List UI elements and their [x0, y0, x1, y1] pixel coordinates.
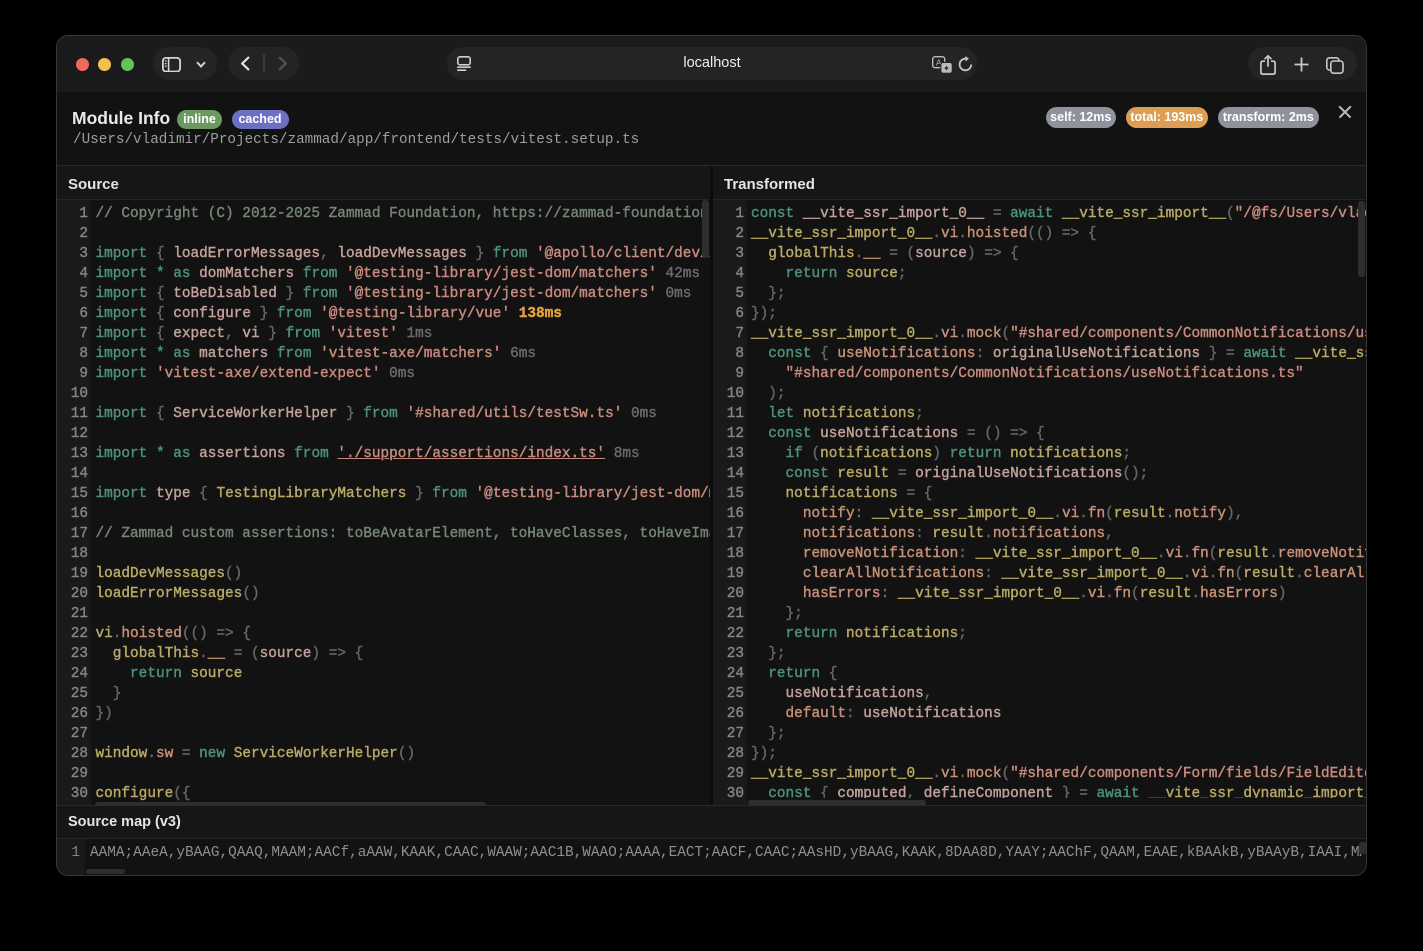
svg-text:✦: ✦: [943, 63, 950, 72]
